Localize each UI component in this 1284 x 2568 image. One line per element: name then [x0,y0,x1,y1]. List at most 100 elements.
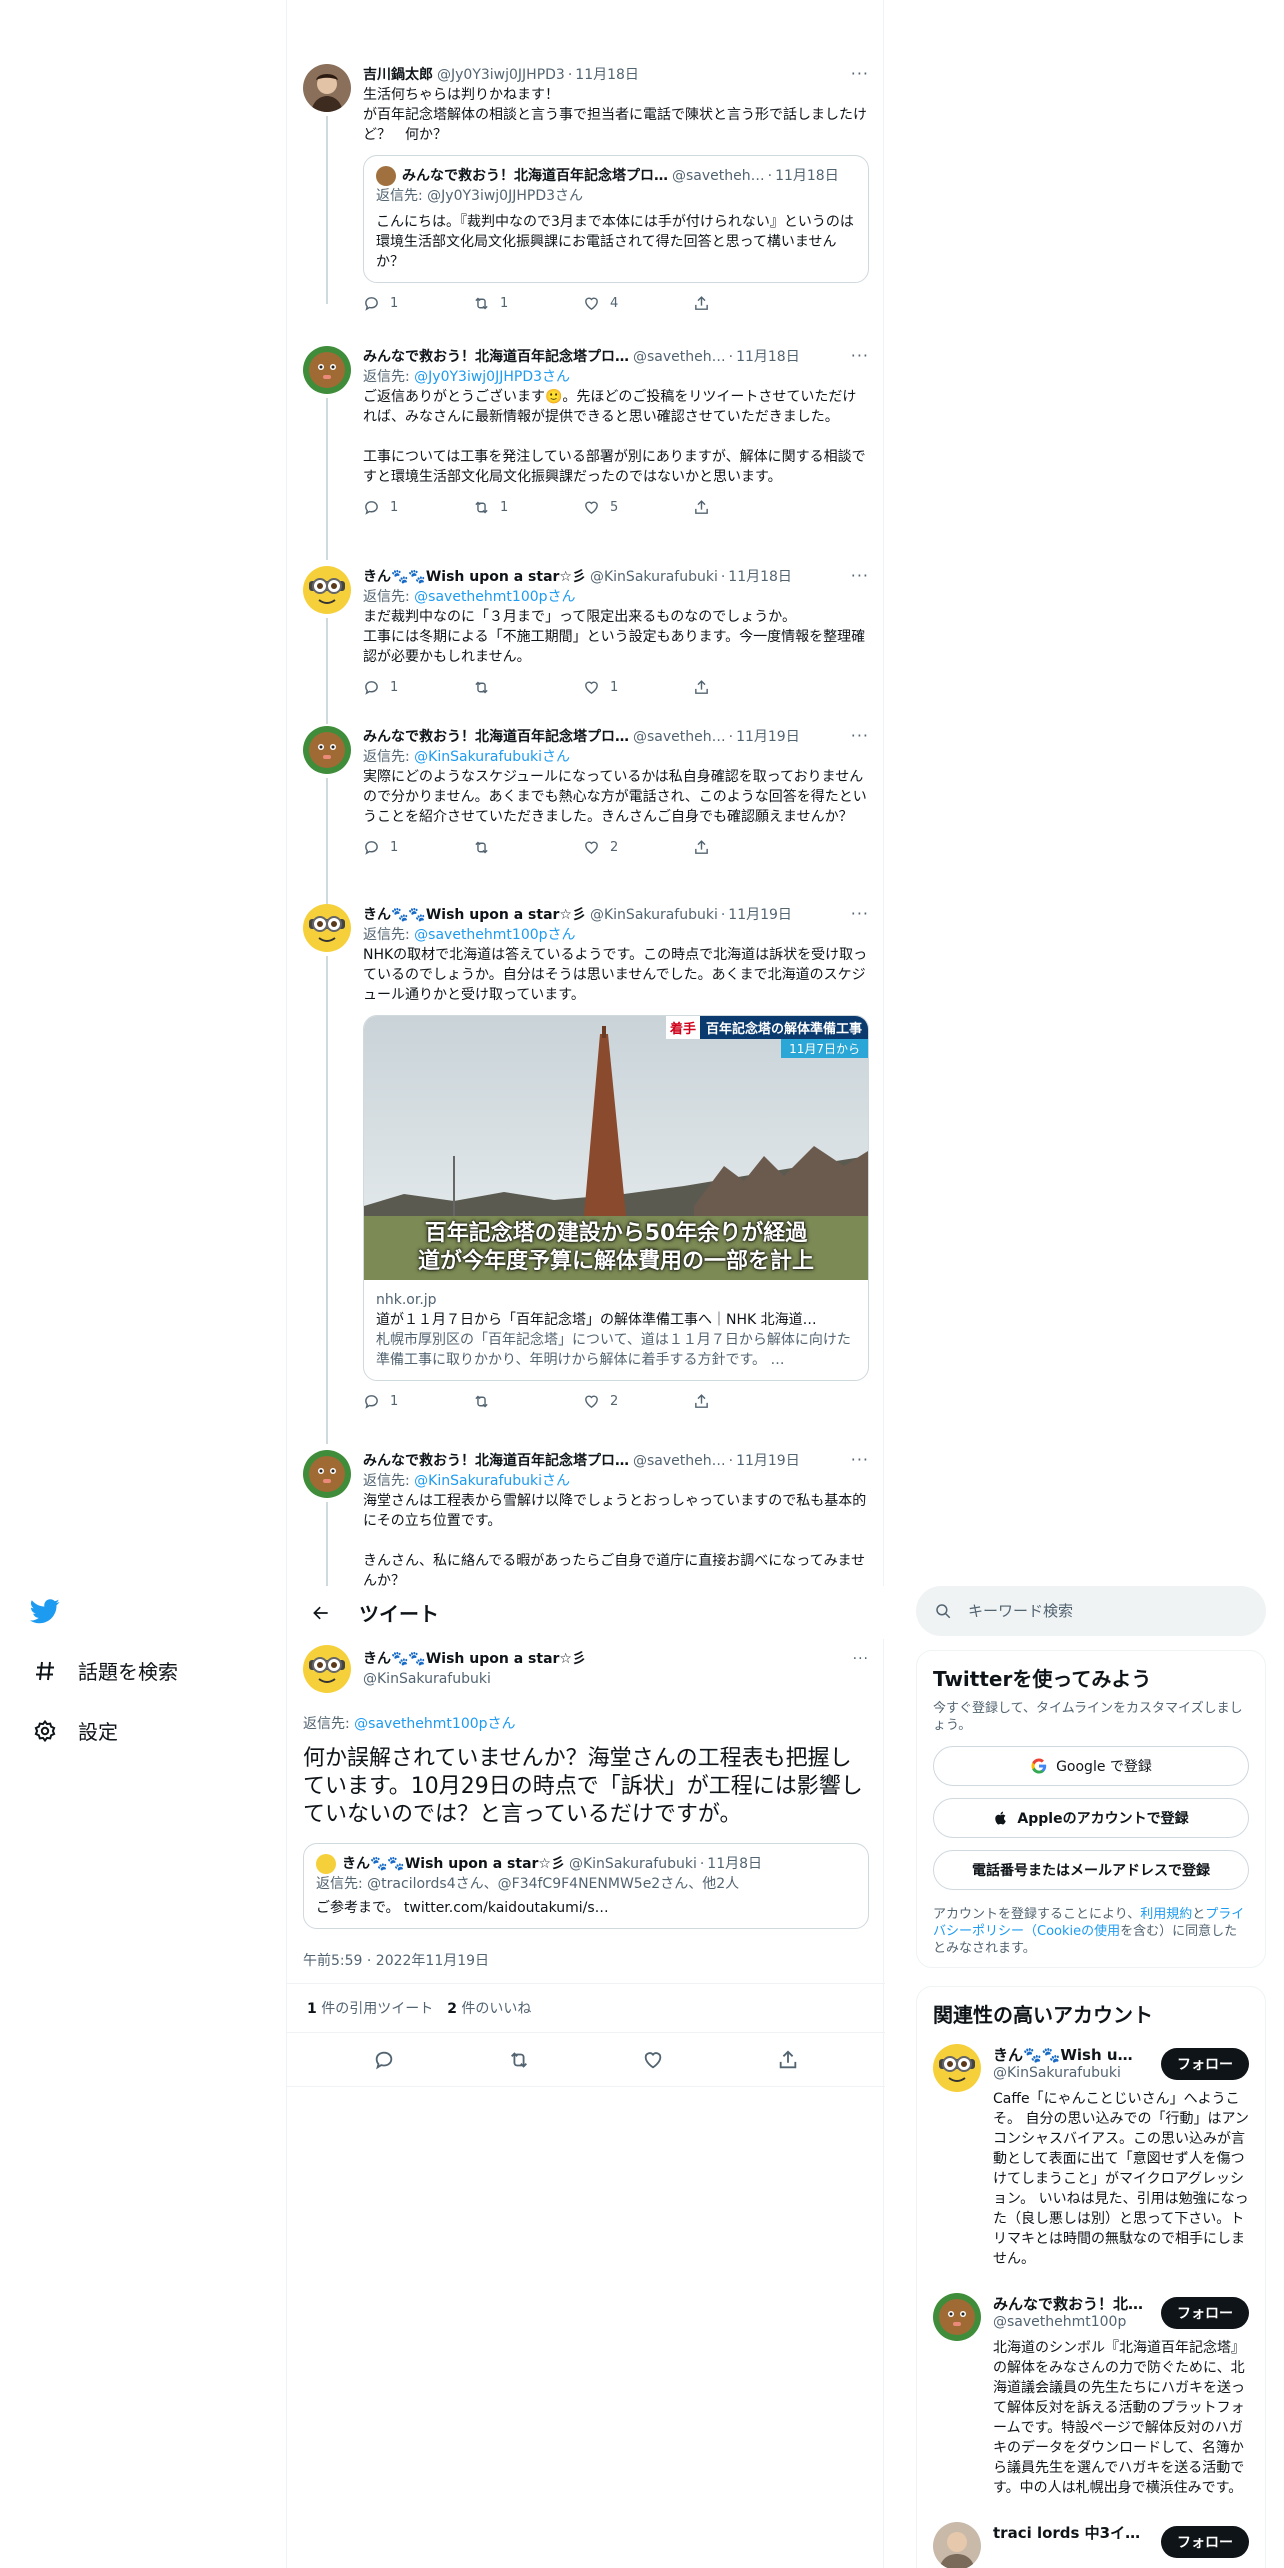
like-button[interactable]: 1 [583,679,693,696]
terms-link[interactable]: 利用規約 [1140,1907,1192,1922]
retweet-button[interactable] [473,839,583,856]
avatar[interactable] [303,64,351,112]
search-bar[interactable] [916,1586,1266,1636]
like-button[interactable]: 4 [583,295,693,312]
retweet-icon[interactable] [508,2049,530,2071]
reply-mention[interactable]: @savethehmt100pさん [414,927,575,943]
like-button[interactable]: 2 [583,839,693,856]
heart-icon[interactable] [642,2049,664,2071]
reply-mention[interactable]: @KinSakurafubukiさん [414,749,570,765]
more-options-icon[interactable]: ··· [851,1450,869,1470]
more-options-icon[interactable]: ··· [851,566,869,586]
avatar[interactable] [933,2522,981,2568]
follow-button[interactable]: フォロー [1161,2526,1249,2558]
reply-button[interactable]: 1 [363,499,473,516]
share-button[interactable] [693,679,803,696]
tweet-time[interactable]: 11月18日 [728,567,792,587]
author-handle[interactable]: @KinSakurafubuki [590,905,718,925]
more-options-icon[interactable]: ··· [851,726,869,746]
reply-button[interactable]: 1 [363,839,473,856]
avatar[interactable] [303,566,351,614]
quote-tweets-link[interactable]: 1 件の引用ツイート [307,1998,433,2018]
tweet-time[interactable]: 11月18日 [736,347,800,367]
avatar[interactable] [303,1645,351,1693]
retweet-button[interactable]: 1 [473,295,583,312]
tweet-timestamp[interactable]: 午前5:59 · 2022年11月19日 [303,1950,489,1970]
author-handle[interactable]: @savetheh… [633,1451,726,1471]
author-handle[interactable]: @savetheh… [633,347,726,367]
more-options-icon[interactable]: ··· [851,346,869,366]
author-name[interactable]: きん🐾🐾Wish upon a star☆彡 [363,1649,869,1669]
author-handle[interactable]: @KinSakurafubuki [590,567,718,587]
nav-settings[interactable]: 設定 [32,1716,118,1745]
reply-mention[interactable]: @KinSakurafubukiさん [414,1473,570,1489]
twitter-bird-icon[interactable] [30,1596,70,1632]
quotes-label: 件の引用ツイート [321,2001,434,2017]
reply-mention[interactable]: @Jy0Y3iwj0JJHPD3さん [414,369,570,385]
follow-button[interactable]: フォロー [1161,2048,1249,2080]
avatar[interactable] [303,904,351,952]
search-input[interactable] [968,1602,1228,1620]
thread-tweet[interactable]: みんなで救おう！北海道百年記念塔プロ… @savetheh… · 11月19日 … [287,1450,885,1586]
share-button[interactable] [693,295,803,312]
avatar[interactable] [933,2044,981,2092]
reply-button[interactable]: 1 [363,679,473,696]
quoted-tweet[interactable]: みんなで救おう！北海道百年記念塔プロ… @savetheh… · 11月18日 … [363,155,869,283]
google-signup-button[interactable]: Google で登録 [933,1746,1249,1786]
more-options-icon[interactable]: ··· [853,1649,869,1669]
reply-icon[interactable] [373,2049,395,2071]
account-name[interactable]: きん🐾🐾Wish upon… [993,2044,1143,2065]
reply-button[interactable]: 1 [363,1393,473,1410]
author-name[interactable]: 吉川鍋太郎 [363,65,433,85]
author-name[interactable]: みんなで救おう！北海道百年記念塔プロ… [363,347,629,367]
back-button[interactable] [303,1595,339,1631]
more-options-icon[interactable]: ··· [851,904,869,924]
like-button[interactable]: 5 [583,499,693,516]
retweet-button[interactable] [473,679,583,696]
author-name[interactable]: きん🐾🐾Wish upon a star☆彡 [363,567,586,587]
account-name[interactable]: traci lords 中3インマ… [993,2522,1143,2543]
tweet-time[interactable]: 11月19日 [736,727,800,747]
apple-signup-button[interactable]: Appleのアカウントで登録 [933,1798,1249,1838]
thread-tweet[interactable]: きん🐾🐾Wish upon a star☆彡 @KinSakurafubuki … [287,566,885,724]
avatar[interactable] [303,726,351,774]
reply-mention[interactable]: @savethehmt100pさん [414,589,575,605]
avatar[interactable] [303,1450,351,1498]
author-name[interactable]: みんなで救おう！北海道百年記念塔プロ… [363,1451,629,1471]
share-button[interactable] [693,1393,803,1410]
share-icon[interactable] [777,2049,799,2071]
author-name[interactable]: みんなで救おう！北海道百年記念塔プロ… [363,727,629,747]
retweet-button[interactable]: 1 [473,499,583,516]
account-item[interactable]: みんなで救おう！北… @savethehmt100p 北海道のシンボル『北海道百… [917,2281,1265,2510]
avatar[interactable] [933,2293,981,2341]
share-button[interactable] [693,499,803,516]
retweet-button[interactable] [473,1393,583,1410]
account-item[interactable]: traci lords 中3インマ… フォロー [917,2510,1265,2568]
thread-tweet[interactable]: みんなで救おう！北海道百年記念塔プロ… @savetheh… · 11月18日 … [287,346,885,560]
reply-button[interactable]: 1 [363,295,473,312]
tweet-time[interactable]: 11月18日 [575,65,639,85]
share-button[interactable] [693,839,803,856]
thread-tweet[interactable]: きん🐾🐾Wish upon a star☆彡 @KinSakurafubuki … [287,904,885,1444]
tweet-time[interactable]: 11月19日 [728,905,792,925]
author-handle[interactable]: @savetheh… [633,727,726,747]
reply-mention[interactable]: @savethehmt100pさん [354,1716,515,1732]
author-handle[interactable]: @Jy0Y3iwj0JJHPD3 [437,65,565,85]
account-item[interactable]: きん🐾🐾Wish upon… @KinSakurafubuki Caffe「にゃ… [917,2032,1265,2281]
nav-explore[interactable]: 話題を検索 [32,1656,178,1685]
thread-tweet[interactable]: みんなで救おう！北海道百年記念塔プロ… @savetheh… · 11月19日 … [287,726,885,904]
link-card[interactable]: 着手 百年記念塔の解体準備工事 11月7日から 百年記念塔の建設から50年余りが… [363,1015,869,1381]
avatar[interactable] [303,346,351,394]
author-handle[interactable]: @KinSakurafubuki [363,1669,869,1689]
likes-link[interactable]: 2 件のいいね [447,1998,531,2018]
phone-email-signup-button[interactable]: 電話番号またはメールアドレスで登録 [933,1850,1249,1890]
tweet-time[interactable]: 11月19日 [736,1451,800,1471]
author-name[interactable]: きん🐾🐾Wish upon a star☆彡 [363,905,586,925]
more-options-icon[interactable]: ··· [851,64,869,84]
like-button[interactable]: 2 [583,1393,693,1410]
account-name[interactable]: みんなで救おう！北… [993,2293,1143,2314]
follow-button[interactable]: フォロー [1161,2297,1249,2329]
thread-tweet[interactable]: 吉川鍋太郎 @Jy0Y3iwj0JJHPD3 · 11月18日 ··· 生活何ち… [287,64,885,311]
separator: · [720,569,726,585]
quoted-tweet[interactable]: きん🐾🐾Wish upon a star☆彡 @KinSakurafubuki … [303,1843,869,1929]
